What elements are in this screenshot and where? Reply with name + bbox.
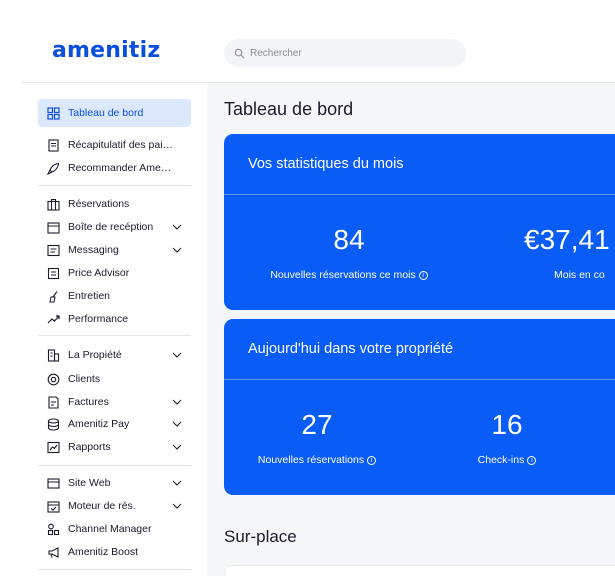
building-icon: [47, 348, 60, 362]
stat-month-revenue: €37,41 Mois en co: [524, 224, 615, 281]
sidebar-item-label: Factures: [68, 396, 109, 408]
sidebar-item-label: Performance: [68, 313, 129, 325]
sidebar-item-tableau-de-bord[interactable]: Tableau de bord: [38, 99, 191, 127]
sidebar-item-label: Tableau de bord: [68, 107, 144, 119]
receipt-icon: [47, 138, 60, 152]
broom-icon: [47, 290, 60, 303]
chevron-down-icon[interactable]: [171, 500, 183, 512]
sidebar-item-label: Amenitiz Pay: [68, 418, 130, 430]
search-icon: [234, 48, 245, 58]
sidebar-divider: [38, 335, 191, 336]
chevron-down-icon[interactable]: [171, 441, 183, 453]
today-stats-card: Aujourd'hui dans votre propriété 27 Nouv…: [224, 319, 615, 495]
chevron-down-icon[interactable]: [171, 221, 183, 233]
rocket-icon: [47, 162, 60, 175]
section-title-sur-place: Sur-place: [224, 527, 297, 546]
sidebar-divider: [38, 465, 191, 466]
sidebar-item-label: Amenitiz Boost: [68, 546, 139, 558]
message-icon: [47, 244, 60, 257]
stat-label: Check-ins i: [454, 454, 560, 466]
chevron-down-icon[interactable]: [171, 418, 183, 430]
calendar-check-icon: [47, 500, 60, 513]
stat-label: Nouvelles réservations i: [224, 454, 410, 466]
trend-icon: [47, 313, 60, 326]
info-icon[interactable]: i: [367, 455, 377, 465]
stat-new-bookings-today: 27 Nouvelles réservations i: [224, 409, 410, 466]
sidebar-item-label: Clients: [68, 373, 101, 385]
search-input[interactable]: [250, 47, 450, 59]
sidebar-item-label: Récapitulatif des pai…: [68, 139, 174, 151]
sidebar-item-rapports[interactable]: Rapports: [38, 433, 191, 461]
stat-new-bookings-month: 84 Nouvelles réservations ce mois i: [224, 224, 474, 281]
chevron-down-icon[interactable]: [171, 477, 183, 489]
sidebar-item-label: Price Advisor: [68, 267, 130, 279]
stat-value: €37,41: [524, 224, 610, 255]
page-title: Tableau de bord: [224, 99, 354, 119]
grid-icon: [47, 106, 60, 120]
channel-icon: [47, 523, 60, 536]
stat-check-ins: 16 Check-ins i: [454, 409, 560, 466]
suitcase-icon: [47, 198, 60, 211]
price-icon: [47, 267, 60, 280]
chevron-down-icon[interactable]: [171, 244, 183, 256]
invoice-icon: [47, 395, 60, 409]
database-icon: [47, 417, 60, 431]
top-bar: amenitiz: [0, 0, 615, 82]
sidebar-item-label: Messaging: [68, 244, 119, 256]
today-stats-title: Aujourd'hui dans votre propriété: [224, 319, 615, 380]
chevron-down-icon[interactable]: [171, 396, 183, 408]
sidebar-item-label: Recommander Ame…: [68, 162, 172, 174]
sidebar-item-label: Boîte de recéption: [68, 221, 154, 233]
sidebar-item-label: Entretien: [68, 290, 111, 302]
chevron-down-icon[interactable]: [171, 349, 183, 361]
amenitiz-logo[interactable]: amenitiz: [52, 38, 160, 63]
browser-icon: [47, 477, 60, 490]
at-icon: [47, 373, 60, 386]
info-icon[interactable]: i: [527, 455, 537, 465]
sidebar-item-label: Site Web: [68, 477, 111, 489]
megaphone-icon: [47, 546, 60, 559]
sidebar-item-recommander[interactable]: Recommander Ame…: [38, 154, 191, 182]
sidebar-divider: [38, 569, 191, 570]
stat-value: 84: [333, 224, 365, 255]
sidebar-item-performance[interactable]: Performance: [38, 305, 191, 333]
sidebar-item-label: Rapports: [68, 441, 111, 453]
stat-value: 16: [491, 409, 523, 440]
search-bar[interactable]: [224, 39, 466, 67]
sidebar-item-label: Réservations: [68, 198, 130, 210]
sidebar-item-label: La Propiété: [68, 349, 122, 361]
info-icon[interactable]: i: [418, 270, 428, 280]
sur-place-card: [224, 565, 615, 576]
stat-value: 27: [301, 409, 333, 440]
chart-icon: [47, 441, 60, 454]
sidebar-item-label: Moteur de rés.: [68, 500, 136, 512]
monthly-stats-title: Vos statistiques du mois: [224, 134, 615, 195]
sidebar-item-label: Channel Manager: [68, 523, 152, 535]
sidebar-divider: [38, 185, 191, 186]
monthly-stats-card: Vos statistiques du mois 84 Nouvelles ré…: [224, 134, 615, 310]
stat-label: Nouvelles réservations ce mois i: [224, 269, 474, 281]
calendar-icon: [47, 221, 60, 234]
sidebar-item-amenitiz-boost[interactable]: Amenitiz Boost: [38, 538, 191, 566]
stat-label: Mois en co: [554, 269, 605, 281]
